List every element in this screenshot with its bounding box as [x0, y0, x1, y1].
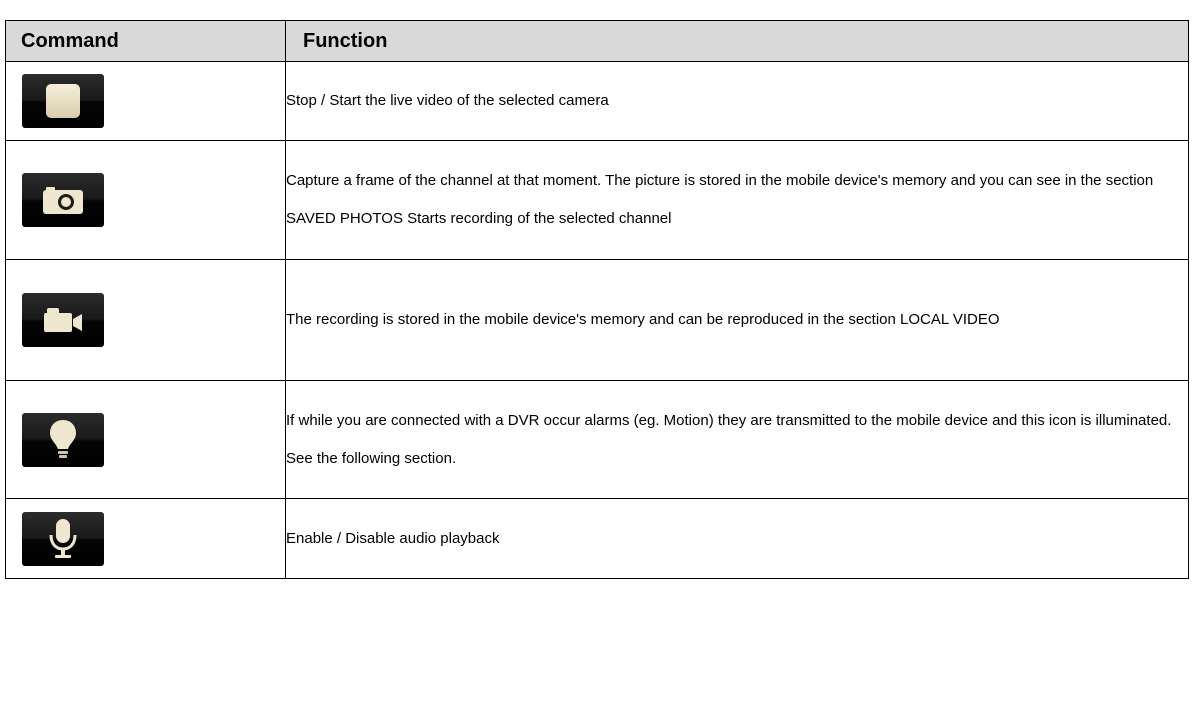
stop-icon: [46, 84, 80, 118]
table-row: Capture a frame of the channel at that m…: [5, 140, 1189, 260]
table-row: The recording is stored in the mobile de…: [5, 259, 1189, 381]
table-row: If while you are connected with a DVR oc…: [5, 380, 1189, 499]
table-row: Stop / Start the live video of the selec…: [5, 61, 1189, 141]
function-text: Enable / Disable audio playback: [285, 498, 1189, 579]
record-button[interactable]: [22, 293, 104, 347]
function-text: Capture a frame of the channel at that m…: [285, 140, 1189, 260]
audio-button[interactable]: [22, 511, 104, 566]
snapshot-button[interactable]: [22, 173, 104, 227]
command-column-header: Command: [5, 20, 286, 62]
header-row: Command Function: [5, 20, 1189, 62]
function-column-header: Function: [285, 20, 1189, 62]
video-camera-icon: [44, 308, 82, 332]
function-text: Stop / Start the live video of the selec…: [285, 61, 1189, 141]
alarm-button[interactable]: [22, 412, 104, 467]
camera-icon: [43, 187, 83, 214]
microphone-icon: [49, 518, 77, 558]
command-table: Command Function Stop / Start the live v…: [5, 20, 1189, 579]
function-text: The recording is stored in the mobile de…: [285, 259, 1189, 381]
function-text: If while you are connected with a DVR oc…: [285, 380, 1189, 499]
stop-button[interactable]: [22, 74, 104, 128]
light-bulb-icon: [50, 419, 76, 458]
table-row: Enable / Disable audio playback: [5, 498, 1189, 579]
